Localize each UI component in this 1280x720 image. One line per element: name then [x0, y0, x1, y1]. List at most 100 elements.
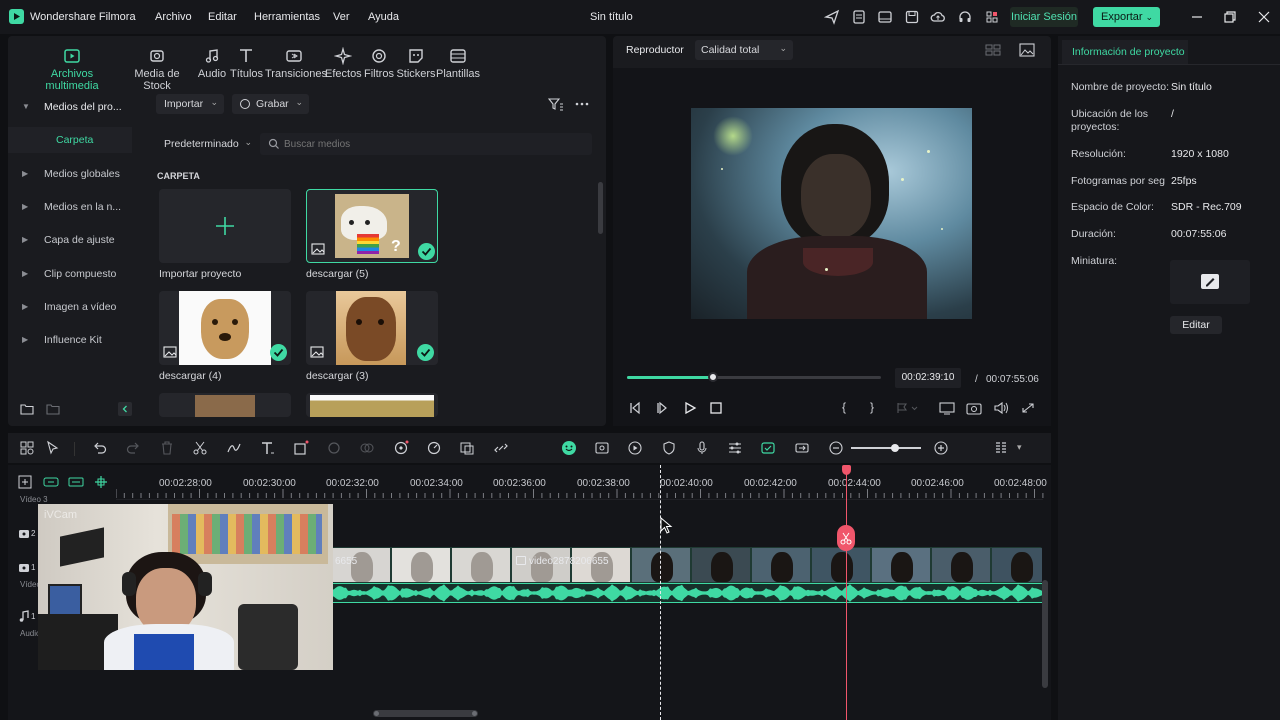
- edit-thumbnail-button[interactable]: Editar: [1170, 316, 1222, 334]
- playhead[interactable]: [846, 465, 847, 720]
- tab-plantillas[interactable]: Plantillas: [436, 47, 480, 80]
- track-layout-icon[interactable]: [993, 440, 1009, 456]
- tab-audio[interactable]: Audio: [195, 47, 229, 80]
- stabilize-icon[interactable]: [459, 440, 475, 456]
- fullscreen-icon[interactable]: [1020, 401, 1036, 415]
- mark-in-icon[interactable]: {: [842, 400, 846, 414]
- tab-titulos[interactable]: Títulos: [230, 47, 263, 80]
- color-match-icon[interactable]: [326, 440, 342, 456]
- media-item-descargar-5[interactable]: ?: [306, 189, 438, 263]
- layout-grid-icon[interactable]: [19, 440, 35, 456]
- snap-magnet-icon[interactable]: [760, 440, 776, 456]
- microphone-icon[interactable]: [694, 440, 710, 456]
- minimize-icon[interactable]: [1189, 9, 1205, 25]
- shield-icon[interactable]: [661, 440, 677, 456]
- volume-icon[interactable]: [993, 401, 1009, 415]
- side-item-imagen-a-video[interactable]: ▶ Imagen a vídeo: [8, 294, 132, 320]
- tab-archivos-multimedia[interactable]: Archivos multimedia: [26, 47, 118, 92]
- side-item-medios-globales[interactable]: ▶ Medios globales: [8, 161, 132, 187]
- link-clips-icon[interactable]: [794, 440, 810, 456]
- cloud-upload-icon[interactable]: [930, 9, 946, 25]
- side-item-capa-de-ajuste[interactable]: ▶ Capa de ajuste: [8, 227, 132, 253]
- link-track-icon[interactable]: [43, 475, 59, 489]
- previous-frame-icon[interactable]: [628, 401, 642, 415]
- side-item-influence-kit[interactable]: ▶ Influence Kit: [8, 327, 132, 353]
- thumbnail-slot[interactable]: [1170, 260, 1250, 304]
- media-item-partial[interactable]: [306, 393, 438, 417]
- next-frame-icon[interactable]: [655, 401, 669, 415]
- tab-filtros[interactable]: Filtros: [363, 47, 395, 80]
- marker-dropdown-icon[interactable]: [895, 401, 919, 415]
- text-tool-icon[interactable]: [259, 440, 275, 456]
- undo-icon[interactable]: [92, 440, 108, 456]
- side-item-carpeta[interactable]: Carpeta: [8, 127, 132, 153]
- tab-media-de-stock[interactable]: Media de Stock: [122, 47, 192, 92]
- mark-out-icon[interactable]: }: [870, 400, 874, 414]
- tab-project-info[interactable]: Información de proyecto: [1062, 40, 1188, 64]
- media-item-descargar-3[interactable]: [306, 291, 438, 365]
- side-header-project-media[interactable]: ▼ Medios del pro...: [8, 94, 132, 120]
- media-item-partial[interactable]: [159, 393, 291, 417]
- audio-stretch-icon[interactable]: [226, 440, 242, 456]
- zoom-slider-handle[interactable]: [891, 444, 899, 452]
- horizontal-scrollbar[interactable]: [373, 710, 478, 717]
- video-clip[interactable]: video2878206655 6655: [332, 547, 1042, 583]
- login-button[interactable]: Iniciar Sesión: [1010, 7, 1078, 27]
- ai-copilot-icon[interactable]: [561, 440, 577, 456]
- camera-snapshot-icon[interactable]: [966, 401, 982, 415]
- zoom-in-icon[interactable]: [933, 440, 949, 456]
- redo-icon[interactable]: [125, 440, 141, 456]
- render-preview-icon[interactable]: [627, 440, 643, 456]
- new-folder-icon[interactable]: [20, 402, 34, 416]
- add-track-icon[interactable]: [18, 475, 32, 489]
- import-dropdown[interactable]: Importar ⌄: [156, 94, 224, 114]
- keyframe-link-icon[interactable]: [493, 440, 509, 456]
- restore-icon[interactable]: [1222, 9, 1238, 25]
- folder-icon[interactable]: [46, 402, 60, 416]
- search-input[interactable]: [284, 135, 584, 153]
- audio-mixer-icon[interactable]: [727, 440, 743, 456]
- close-icon[interactable]: [1256, 9, 1272, 25]
- sort-dropdown[interactable]: Predeterminado ⌄: [156, 134, 252, 154]
- speed-icon[interactable]: [426, 440, 442, 456]
- current-time[interactable]: 00:02:39:10: [895, 368, 961, 388]
- time-ruler[interactable]: 00:02:28:00 00:02:30:00 00:02:32:00 00:0…: [116, 465, 1051, 501]
- video-preview[interactable]: [691, 108, 972, 319]
- tab-stickers[interactable]: Stickers: [396, 47, 436, 80]
- menu-ayuda[interactable]: Ayuda: [368, 11, 399, 23]
- import-project-tile[interactable]: [159, 189, 291, 263]
- delete-icon[interactable]: [159, 440, 175, 456]
- audio-clip[interactable]: [332, 583, 1042, 603]
- media-item-descargar-4[interactable]: [159, 291, 291, 365]
- media-scrollbar[interactable]: [598, 182, 603, 234]
- zoom-out-icon[interactable]: [828, 440, 844, 456]
- ripple-edit-icon[interactable]: [68, 475, 84, 489]
- document-icon[interactable]: [851, 9, 867, 25]
- side-item-medios-en-la-nube[interactable]: ▶ Medios en la n...: [8, 194, 132, 220]
- mask-icon[interactable]: [359, 440, 375, 456]
- stop-icon[interactable]: [709, 401, 723, 415]
- music-note-icon[interactable]: [18, 610, 30, 622]
- zoom-slider[interactable]: [851, 444, 921, 452]
- send-icon[interactable]: [824, 9, 840, 25]
- snapshot-image-icon[interactable]: [1019, 43, 1035, 57]
- export-button[interactable]: Exportar ⌄: [1093, 7, 1160, 27]
- ai-tools-icon[interactable]: [393, 440, 409, 456]
- side-item-clip-compuesto[interactable]: ▶ Clip compuesto: [8, 261, 132, 287]
- menu-archivo[interactable]: Archivo: [155, 11, 192, 23]
- record-dropdown[interactable]: Grabar ⌄: [232, 94, 309, 114]
- snap-icon[interactable]: [94, 475, 108, 489]
- menu-ver[interactable]: Ver: [333, 11, 350, 23]
- menu-herramientas[interactable]: Herramientas: [254, 11, 320, 23]
- display-monitor-icon[interactable]: [939, 401, 955, 415]
- crop-icon[interactable]: [293, 440, 309, 456]
- filter-sort-icon[interactable]: [548, 97, 564, 111]
- playhead-handle[interactable]: [842, 465, 851, 475]
- auto-reframe-icon[interactable]: [594, 440, 610, 456]
- tab-efectos[interactable]: Efectos: [325, 47, 362, 80]
- layout-icon[interactable]: [877, 9, 893, 25]
- play-icon[interactable]: [683, 401, 697, 415]
- split-scissors-icon[interactable]: [192, 440, 208, 456]
- apps-grid-icon[interactable]: [984, 9, 1000, 25]
- chevron-down-icon[interactable]: ▾: [1017, 442, 1022, 453]
